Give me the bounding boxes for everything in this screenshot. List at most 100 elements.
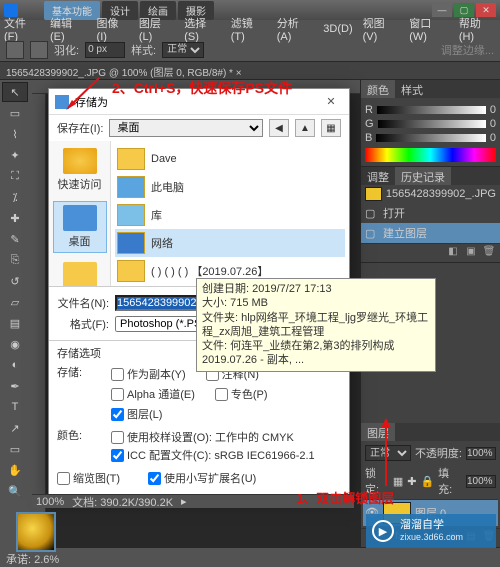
zoom-tool-icon[interactable]: 🔍 [2,481,28,501]
move-tool-icon[interactable]: ↖ [2,82,28,102]
crop-tool-icon[interactable]: ⛶ [2,166,28,186]
g-slider[interactable] [378,120,486,128]
history-root[interactable]: 1565428399902_.JPG [361,185,500,203]
copy-label: 作为副本(Y) [127,366,186,382]
lowercase-checkbox[interactable] [148,472,161,485]
new-doc-icon[interactable]: ▣ [464,246,478,260]
menu-file[interactable]: 文件(F) [4,15,40,43]
thumbnail-checkbox[interactable] [57,472,70,485]
gradient-tool-icon[interactable]: ▤ [2,313,28,333]
trash-icon[interactable]: 🗑 [482,246,496,260]
bottom-thumbnail[interactable] [16,512,56,552]
menu-analysis[interactable]: 分析(A) [277,15,314,43]
alpha-checkbox[interactable] [111,388,124,401]
fill-input[interactable] [466,475,496,488]
file-item[interactable]: 此电脑 [115,173,345,201]
tooltip-line: 文件: 何连平_业绩在第2,第3的排列构成2019.07.26 - 副本, ..… [202,339,430,368]
zoom-value[interactable]: 100% [36,496,64,508]
file-name: 网络 [151,235,173,251]
hand-tool-icon[interactable]: ✋ [2,460,28,480]
tab-color[interactable]: 颜色 [361,80,395,98]
pen-tool-icon[interactable]: ✒ [2,376,28,396]
dodge-tool-icon[interactable]: ◐ [2,355,28,375]
color-ramp[interactable] [365,148,496,162]
thumbnail-image [18,514,54,550]
opacity-input[interactable] [466,447,496,460]
tab-swatches[interactable]: 样式 [395,80,429,98]
menu-help[interactable]: 帮助(H) [459,15,496,43]
snapshot-icon[interactable]: ◧ [446,246,460,260]
layers-checkbox[interactable] [111,408,124,421]
annotation-arrow-2-icon [376,418,396,491]
file-item[interactable]: 网络 [115,229,345,257]
annotation-2: 1、双击解锁图层 [296,488,394,507]
menu-3d[interactable]: 3D(D) [323,23,352,35]
spot-label: 专色(P) [231,386,268,402]
history-step-layer[interactable]: ▢ 建立图层 [361,223,500,243]
r-slider[interactable] [377,106,486,114]
history-step-open[interactable]: ▢ 打开 [361,203,500,223]
file-name: Dave [151,153,177,165]
menu-filter[interactable]: 滤镜(T) [231,15,267,43]
file-list[interactable]: Dave 此电脑 库 网络 ( ) ( ) ( ) 【2019.07.26】 1… [111,141,349,286]
format-label: 格式(F): [57,316,109,332]
tab-history[interactable]: 历史记录 [395,167,451,185]
status-chevron-icon[interactable]: ▸ [181,495,187,508]
file-item[interactable]: 库 [115,201,345,229]
shape-tool-icon[interactable]: ▭ [2,439,28,459]
selection-mode-icon[interactable] [30,41,48,59]
tooltip-line: 文件夹: hlp网络平_环境工程_ljg罗继光_环境工程_zx周旭_建筑工程管理 [202,311,430,340]
stamp-tool-icon[interactable]: ⎘ [2,250,28,270]
storage-label: 存储: [57,364,101,380]
style-select[interactable]: 正常 [162,42,204,58]
view-button-icon[interactable]: ▦ [321,119,341,137]
eraser-tool-icon[interactable]: ▱ [2,292,28,312]
sidebar-libraries[interactable]: 库 [53,259,107,286]
menu-edit[interactable]: 编辑(E) [50,15,87,43]
wand-tool-icon[interactable]: ✦ [2,145,28,165]
file-item[interactable]: Dave [115,145,345,173]
spot-checkbox[interactable] [215,388,228,401]
dialog-close-button[interactable]: ✕ [319,93,343,111]
feather-input[interactable] [85,42,125,58]
menu-window[interactable]: 窗口(W) [409,15,449,43]
marquee-tool-icon[interactable]: ▭ [2,103,28,123]
proof-checkbox[interactable] [111,431,124,444]
marquee-tool-icon[interactable] [6,41,24,59]
tools-panel: ↖ ▭ ⌇ ✦ ⛶ ⁒ ✚ ✎ ⎘ ↺ ▱ ▤ ◉ ◐ ✒ T ↗ ▭ ✋ 🔍 [0,80,32,548]
back-button-icon[interactable]: ◀ [269,119,289,137]
copy-checkbox[interactable] [111,368,124,381]
lock-position-icon[interactable]: ✚ [407,475,416,488]
history-brush-tool-icon[interactable]: ↺ [2,271,28,291]
watermark-brand: 溜溜自学 [400,519,463,532]
menu-view[interactable]: 视图(V) [363,15,400,43]
tab-adjustments[interactable]: 调整 [361,167,395,185]
sidebar-label: 快速访问 [58,176,102,192]
save-in-select[interactable]: 桌面 [109,119,263,137]
eyedropper-tool-icon[interactable]: ⁒ [2,187,28,207]
b-slider[interactable] [376,134,486,142]
menu-select[interactable]: 选择(S) [184,15,221,43]
brush-tool-icon[interactable]: ✎ [2,229,28,249]
lasso-tool-icon[interactable]: ⌇ [2,124,28,144]
lowercase-label: 使用小写扩展名(U) [164,470,256,486]
watermark-url: zixue.3d66.com [400,532,463,543]
opacity-label: 不透明度: [415,445,462,461]
heal-tool-icon[interactable]: ✚ [2,208,28,228]
menu-image[interactable]: 图像(I) [97,15,129,43]
icc-checkbox[interactable] [111,449,124,462]
file-name: 库 [151,207,162,223]
sidebar-quick-access[interactable]: 快速访问 [53,145,107,195]
proof-label: 使用校样设置(O): 工作中的 CMYK [127,429,294,445]
refine-edge-button[interactable]: 调整边缘... [441,42,494,58]
annotation-1: 2、Ctrl+S，快速保存PS文件 [112,78,292,98]
menu-layer[interactable]: 图层(L) [139,15,174,43]
history-open-label: 打开 [383,205,405,221]
type-tool-icon[interactable]: T [2,397,28,417]
path-tool-icon[interactable]: ↗ [2,418,28,438]
up-button-icon[interactable]: ▲ [295,119,315,137]
sidebar-desktop[interactable]: 桌面 [53,201,107,253]
blur-tool-icon[interactable]: ◉ [2,334,28,354]
history-thumb-icon [365,187,382,201]
lock-all-icon[interactable]: 🔒 [420,475,434,488]
